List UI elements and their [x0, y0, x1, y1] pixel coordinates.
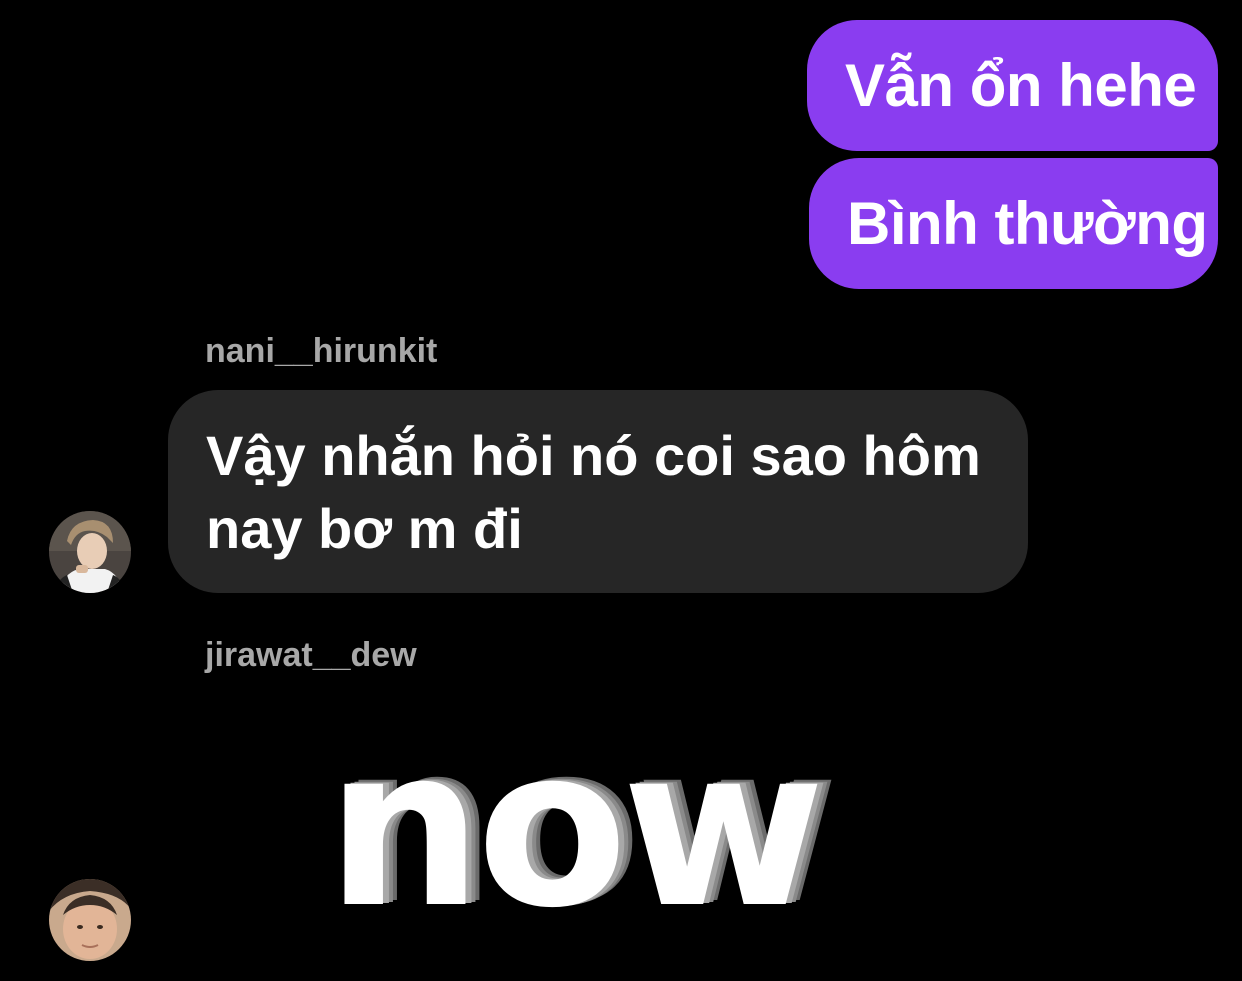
now-sticker: now now now now [326, 730, 839, 920]
outgoing-message[interactable]: Vẫn ổn hehe [807, 20, 1218, 151]
incoming-message[interactable]: Vậy nhắn hỏi nó coi sao hôm nay bơ m đi [168, 390, 1028, 593]
message-line: nay bơ m đi [206, 497, 523, 560]
sender-username[interactable]: nani__hirunkit [205, 334, 437, 368]
message-text: Vẫn ổn hehe [845, 51, 1197, 119]
outgoing-message[interactable]: Bình thường [809, 158, 1218, 289]
avatar-jirawat-icon [49, 879, 131, 961]
avatar-nani-icon [49, 511, 131, 593]
sender-username[interactable]: jirawat__dew [205, 638, 417, 672]
avatar[interactable] [49, 511, 131, 593]
sticker-message[interactable]: now now now now [318, 730, 938, 920]
sticker-text: now [326, 730, 819, 920]
message-text: Bình thường [847, 189, 1208, 257]
message-line: Vậy nhắn hỏi nó coi sao hôm [206, 424, 981, 487]
avatar[interactable] [49, 879, 131, 961]
